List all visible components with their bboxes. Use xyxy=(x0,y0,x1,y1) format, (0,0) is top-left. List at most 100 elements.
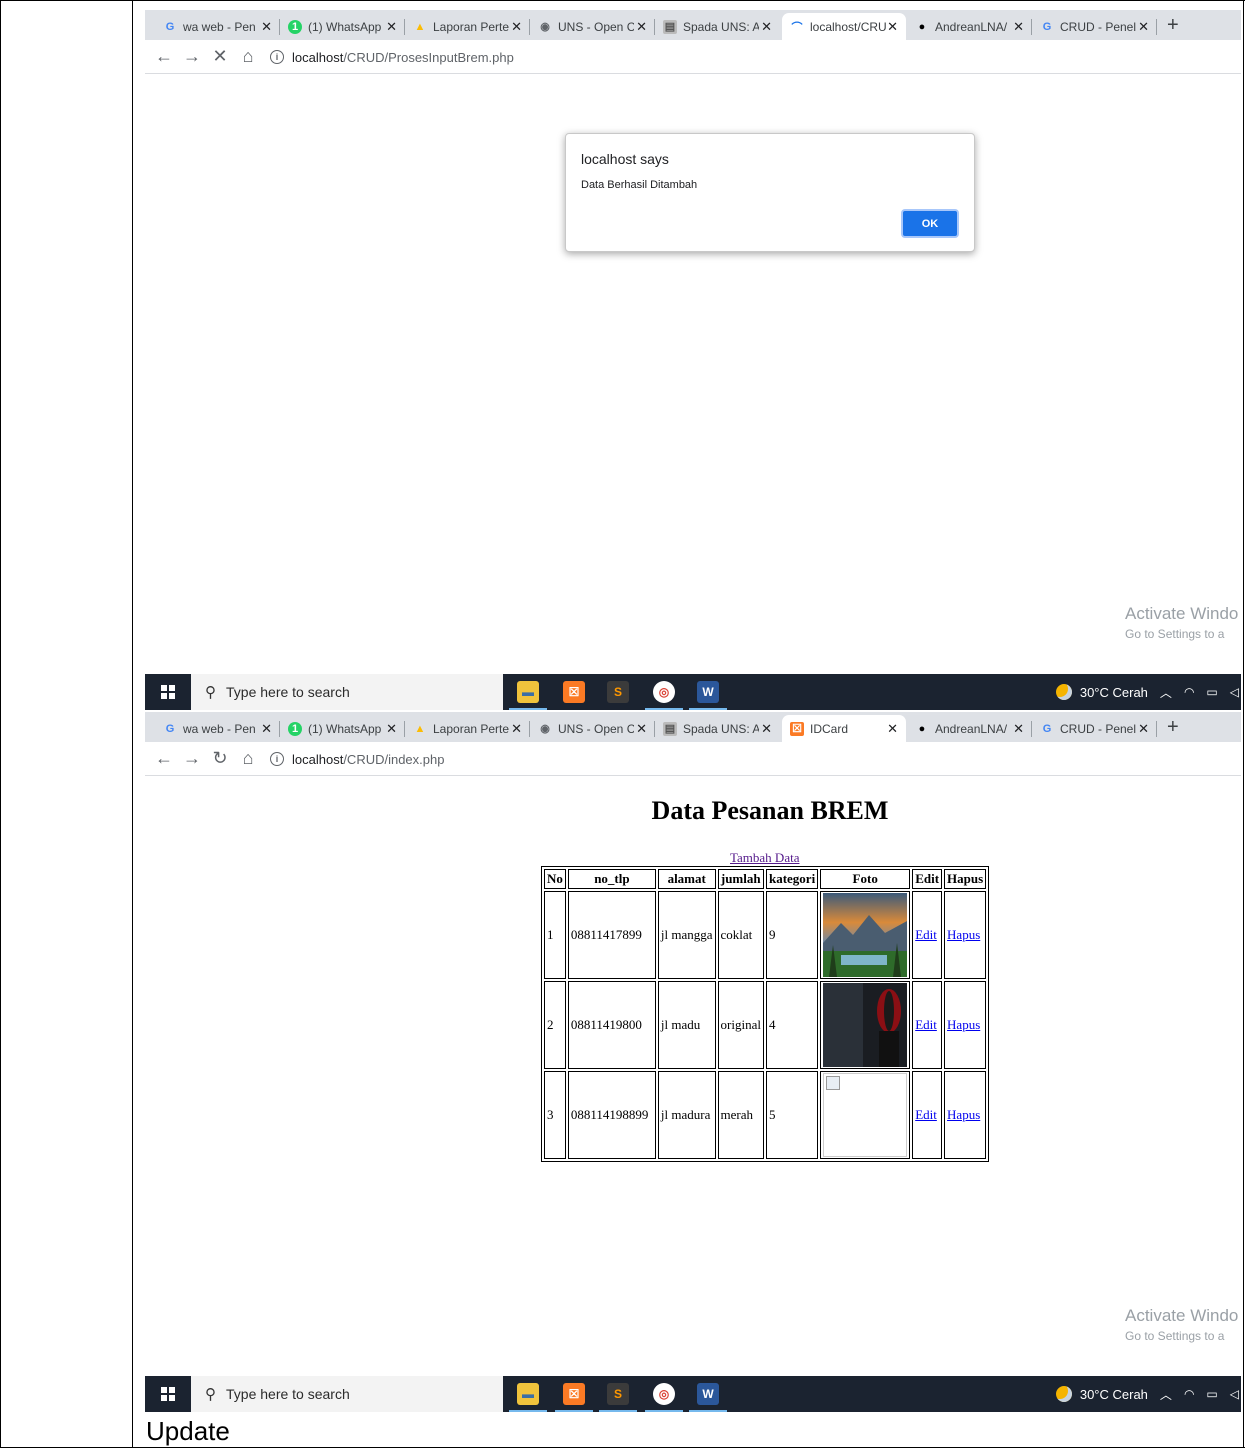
chrome-icon[interactable]: ◎ xyxy=(645,1383,683,1412)
start-button[interactable] xyxy=(145,674,191,710)
tab-4[interactable]: ◉ UNS - Open C ✕ xyxy=(530,13,655,40)
delete-link[interactable]: Hapus xyxy=(947,1107,980,1122)
tab-label: Laporan Perte xyxy=(433,721,509,736)
new-tab-button[interactable]: + xyxy=(1167,14,1179,37)
taskbar-search[interactable]: ⚲ Type here to search xyxy=(191,1376,503,1412)
close-icon[interactable]: ✕ xyxy=(511,721,522,737)
edit-link[interactable]: Edit xyxy=(915,927,937,942)
address-bar[interactable]: i localhost/CRUD/index.php xyxy=(270,746,1220,772)
start-button[interactable] xyxy=(145,1376,191,1412)
cell-no-tlp: 088114198899 xyxy=(567,1071,656,1159)
tab-3[interactable]: ▲ Laporan Perte ✕ xyxy=(405,715,530,742)
cell-alamat: jl mangga xyxy=(657,891,716,979)
reload-icon[interactable]: ↻ xyxy=(209,748,231,769)
watermark-line1: Activate Windo xyxy=(1125,604,1239,623)
tab-4[interactable]: ◉ UNS - Open C ✕ xyxy=(530,715,655,742)
file-explorer-icon[interactable]: ▬ xyxy=(509,1383,547,1412)
tab-5[interactable]: ▤ Spada UNS: A ✕ xyxy=(655,715,780,742)
xampp-icon[interactable]: ☒ xyxy=(555,1383,593,1412)
tab-7[interactable]: ● AndreanLNA/ ✕ xyxy=(907,715,1032,742)
tab-2[interactable]: 1 (1) WhatsApp ✕ xyxy=(280,13,405,40)
tab-label: localhost/CRU xyxy=(810,19,886,34)
close-icon[interactable]: ✕ xyxy=(1013,19,1024,35)
network-icon[interactable]: ◠ xyxy=(1184,1387,1194,1401)
tab-8[interactable]: G CRUD - Penel ✕ xyxy=(1032,13,1157,40)
broken-image-icon xyxy=(826,1076,841,1090)
column-header: alamat xyxy=(657,869,716,889)
tab-3[interactable]: ▲ Laporan Perte ✕ xyxy=(405,13,530,40)
file-explorer-icon[interactable]: ▬ xyxy=(509,681,547,710)
github-icon: ● xyxy=(918,20,926,33)
crud-index-page: Data Pesanan BREM Tambah Data No no_tlp … xyxy=(145,776,1241,1376)
add-data-link[interactable]: Tambah Data xyxy=(730,850,799,866)
edit-link[interactable]: Edit xyxy=(915,1107,937,1122)
tab-7[interactable]: ● AndreanLNA/ ✕ xyxy=(907,13,1032,40)
weather-text[interactable]: 30°C Cerah xyxy=(1080,685,1148,700)
close-icon[interactable]: ✕ xyxy=(636,19,647,35)
weather-text[interactable]: 30°C Cerah xyxy=(1080,1387,1148,1402)
section-caption: Update xyxy=(146,1416,230,1446)
taskbar: ⚲ Type here to search ▬ ☒ S ◎ W 30°C Cera… xyxy=(145,1376,1241,1412)
close-icon[interactable]: ✕ xyxy=(261,721,272,737)
forward-icon[interactable]: → xyxy=(181,748,203,769)
sublime-text-icon[interactable]: S xyxy=(607,681,629,703)
tab-8[interactable]: G CRUD - Penel ✕ xyxy=(1032,715,1157,742)
volume-icon[interactable]: ◁ xyxy=(1230,685,1239,699)
edit-link[interactable]: Edit xyxy=(915,1017,937,1032)
close-icon[interactable]: ✕ xyxy=(887,721,898,737)
forward-icon[interactable]: → xyxy=(181,46,203,67)
close-icon[interactable]: ✕ xyxy=(1138,19,1149,35)
ok-button[interactable]: OK xyxy=(901,209,959,238)
tab-6-active[interactable]: ☒ IDCard ✕ xyxy=(782,715,906,742)
tab-2[interactable]: 1 (1) WhatsApp ✕ xyxy=(280,715,405,742)
column-header: no_tlp xyxy=(567,869,656,889)
xampp-icon[interactable]: ☒ xyxy=(563,681,585,703)
tab-5[interactable]: ▤ Spada UNS: A ✕ xyxy=(655,13,780,40)
home-icon[interactable]: ⌂ xyxy=(237,748,259,769)
table-column-divider xyxy=(132,0,133,1448)
activation-watermark: Activate Windo Go to Settings to a xyxy=(1125,604,1238,641)
chevron-up-icon[interactable]: ︿ xyxy=(1160,1386,1172,1403)
word-icon[interactable]: W xyxy=(689,681,727,710)
chrome-icon[interactable]: ◎ xyxy=(645,681,683,710)
broken-image xyxy=(823,1073,908,1157)
back-icon[interactable]: ← xyxy=(153,748,175,769)
weather-icon[interactable] xyxy=(1055,684,1072,700)
cell-edit: Edit xyxy=(912,981,943,1069)
address-bar[interactable]: i localhost/CRUD/ProsesInputBrem.php xyxy=(270,44,1220,70)
info-icon[interactable]: i xyxy=(270,752,284,766)
delete-link[interactable]: Hapus xyxy=(947,927,980,942)
battery-icon[interactable]: ▭ xyxy=(1206,1387,1217,1401)
network-icon[interactable]: ◠ xyxy=(1184,685,1194,699)
info-icon[interactable]: i xyxy=(270,50,284,64)
browser-tabstrip: Gwa web - Pen ✕ 1 (1) WhatsApp ✕ ▲ Laporan P… xyxy=(145,712,1241,742)
table-border-left xyxy=(0,0,1,1448)
close-icon[interactable]: ✕ xyxy=(636,721,647,737)
chevron-up-icon[interactable]: ︿ xyxy=(1160,684,1172,701)
word-icon[interactable]: W xyxy=(689,1383,727,1412)
tab-6-active[interactable]: ⌒ localhost/CRU ✕ xyxy=(782,13,906,40)
close-icon[interactable]: ✕ xyxy=(386,19,397,35)
stop-icon[interactable]: ✕ xyxy=(209,46,231,67)
home-icon[interactable]: ⌂ xyxy=(237,46,259,67)
taskbar-search[interactable]: ⚲ Type here to search xyxy=(191,674,503,710)
battery-icon[interactable]: ▭ xyxy=(1206,685,1217,699)
sublime-text-icon[interactable]: S xyxy=(599,1383,637,1412)
browser-tabstrip: Gwa web - Pen ✕ 1 (1) WhatsApp ✕ ▲ Laporan P… xyxy=(145,10,1241,40)
weather-icon[interactable] xyxy=(1055,1386,1072,1402)
new-tab-button[interactable]: + xyxy=(1167,716,1179,739)
close-icon[interactable]: ✕ xyxy=(511,19,522,35)
close-icon[interactable]: ✕ xyxy=(1013,721,1024,737)
close-icon[interactable]: ✕ xyxy=(386,721,397,737)
close-icon[interactable]: ✕ xyxy=(261,19,272,35)
delete-link[interactable]: Hapus xyxy=(947,1017,980,1032)
close-icon[interactable]: ✕ xyxy=(761,19,772,35)
close-icon[interactable]: ✕ xyxy=(761,721,772,737)
volume-icon[interactable]: ◁ xyxy=(1230,1387,1239,1401)
close-icon[interactable]: ✕ xyxy=(887,19,898,35)
tab-1[interactable]: Gwa web - Pen ✕ xyxy=(155,715,280,742)
close-icon[interactable]: ✕ xyxy=(1138,721,1149,737)
tab-1[interactable]: Gwa web - Pen ✕ xyxy=(155,13,280,40)
back-icon[interactable]: ← xyxy=(153,46,175,67)
document-page: Gwa web - Pen ✕ 1 (1) WhatsApp ✕ ▲ Laporan P… xyxy=(0,0,1245,1448)
